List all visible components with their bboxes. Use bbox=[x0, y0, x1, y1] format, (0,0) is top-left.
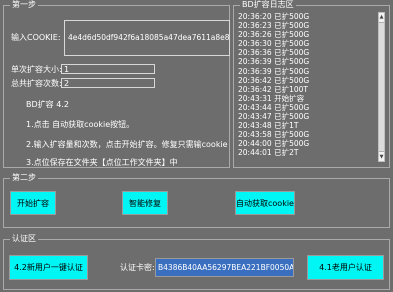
log-list: 20:36:20 已扩500G 20:36:23 已扩500G 20:36:26… bbox=[238, 12, 386, 164]
log-line: 20:36:42 已扩100T bbox=[238, 84, 308, 94]
step2-title: 第二步 bbox=[10, 173, 38, 183]
log-line: 20:43:31 开始扩容 bbox=[238, 93, 305, 103]
log-title: BD扩容日志区 bbox=[240, 0, 296, 10]
auth-key-input[interactable]: B4386B40AA56297BEA221BF0050AEB0 bbox=[155, 258, 294, 277]
instruction-2: 2.输入扩容量和次数，点击开始扩容。修复只需输cookie bbox=[26, 140, 228, 149]
log-line: 20:36:39 已扩500G bbox=[238, 57, 310, 67]
key-label: 认证卡密: bbox=[120, 263, 155, 272]
start-expand-button[interactable]: 开始扩容 bbox=[10, 191, 56, 215]
log-line: 20:36:23 已扩500G bbox=[238, 21, 310, 31]
smart-repair-button[interactable]: 智能修复 bbox=[122, 191, 168, 215]
step1-group: 第一步 输入COOKIE: 4e4d6d50df942f6a18085a47de… bbox=[3, 0, 230, 168]
size-input[interactable]: 1 bbox=[61, 64, 155, 74]
cookie-label: 输入COOKIE: bbox=[11, 33, 61, 42]
log-line: 20:36:42 已扩500G bbox=[238, 75, 310, 85]
instruction-1: 1.点击 自动获取cookie按钮。 bbox=[26, 120, 135, 129]
step2-group: 第二步 开始扩容 智能修复 自动获取cookie bbox=[3, 173, 390, 228]
auto-cookie-button[interactable]: 自动获取cookie bbox=[235, 191, 295, 215]
scroll-up-icon[interactable]: ▲ bbox=[379, 13, 384, 21]
log-line: 20:43:58 已扩500G bbox=[238, 130, 310, 140]
scroll-thumb[interactable] bbox=[379, 22, 384, 152]
log-scrollbar[interactable]: ▲ ▼ bbox=[378, 12, 385, 162]
old-user-auth-button[interactable]: 4.1老用户认证 bbox=[307, 255, 384, 280]
log-line: 20:36:20 已扩500G bbox=[238, 12, 310, 21]
log-line: 20:43:44 已扩500G bbox=[238, 102, 310, 112]
log-line: 20:36:30 已扩500G bbox=[238, 39, 310, 49]
count-label: 总共扩容次数: bbox=[11, 79, 62, 88]
log-group: BD扩容日志区 20:36:20 已扩500G 20:36:23 已扩500G … bbox=[233, 0, 390, 168]
instruction-3: 3.点位保存在文件夹【点位工作文件夹】中 bbox=[26, 158, 178, 167]
log-line: 20:36:26 已扩500G bbox=[238, 30, 310, 40]
step1-title: 第一步 bbox=[10, 0, 38, 10]
size-label: 单次扩容大小: bbox=[11, 65, 62, 74]
cookie-input[interactable]: 4e4d6d50df942f6a18085a47dea7611a8e8b9d bbox=[64, 20, 230, 56]
log-line: 20:44:01 已扩2T bbox=[238, 148, 299, 158]
version-title: BD扩容 4.2 bbox=[26, 100, 69, 109]
count-input[interactable]: 2 bbox=[61, 78, 155, 88]
log-line: 20:36:39 已扩500G bbox=[238, 66, 310, 76]
log-line: 20:43:47 已扩500G bbox=[238, 112, 310, 122]
scroll-down-icon[interactable]: ▼ bbox=[379, 153, 384, 161]
log-line: 20:43:48 已扩1T bbox=[238, 121, 299, 131]
auth-title: 认证区 bbox=[10, 234, 38, 244]
new-user-auth-button[interactable]: 4.2新用户一键认证 bbox=[9, 255, 88, 280]
